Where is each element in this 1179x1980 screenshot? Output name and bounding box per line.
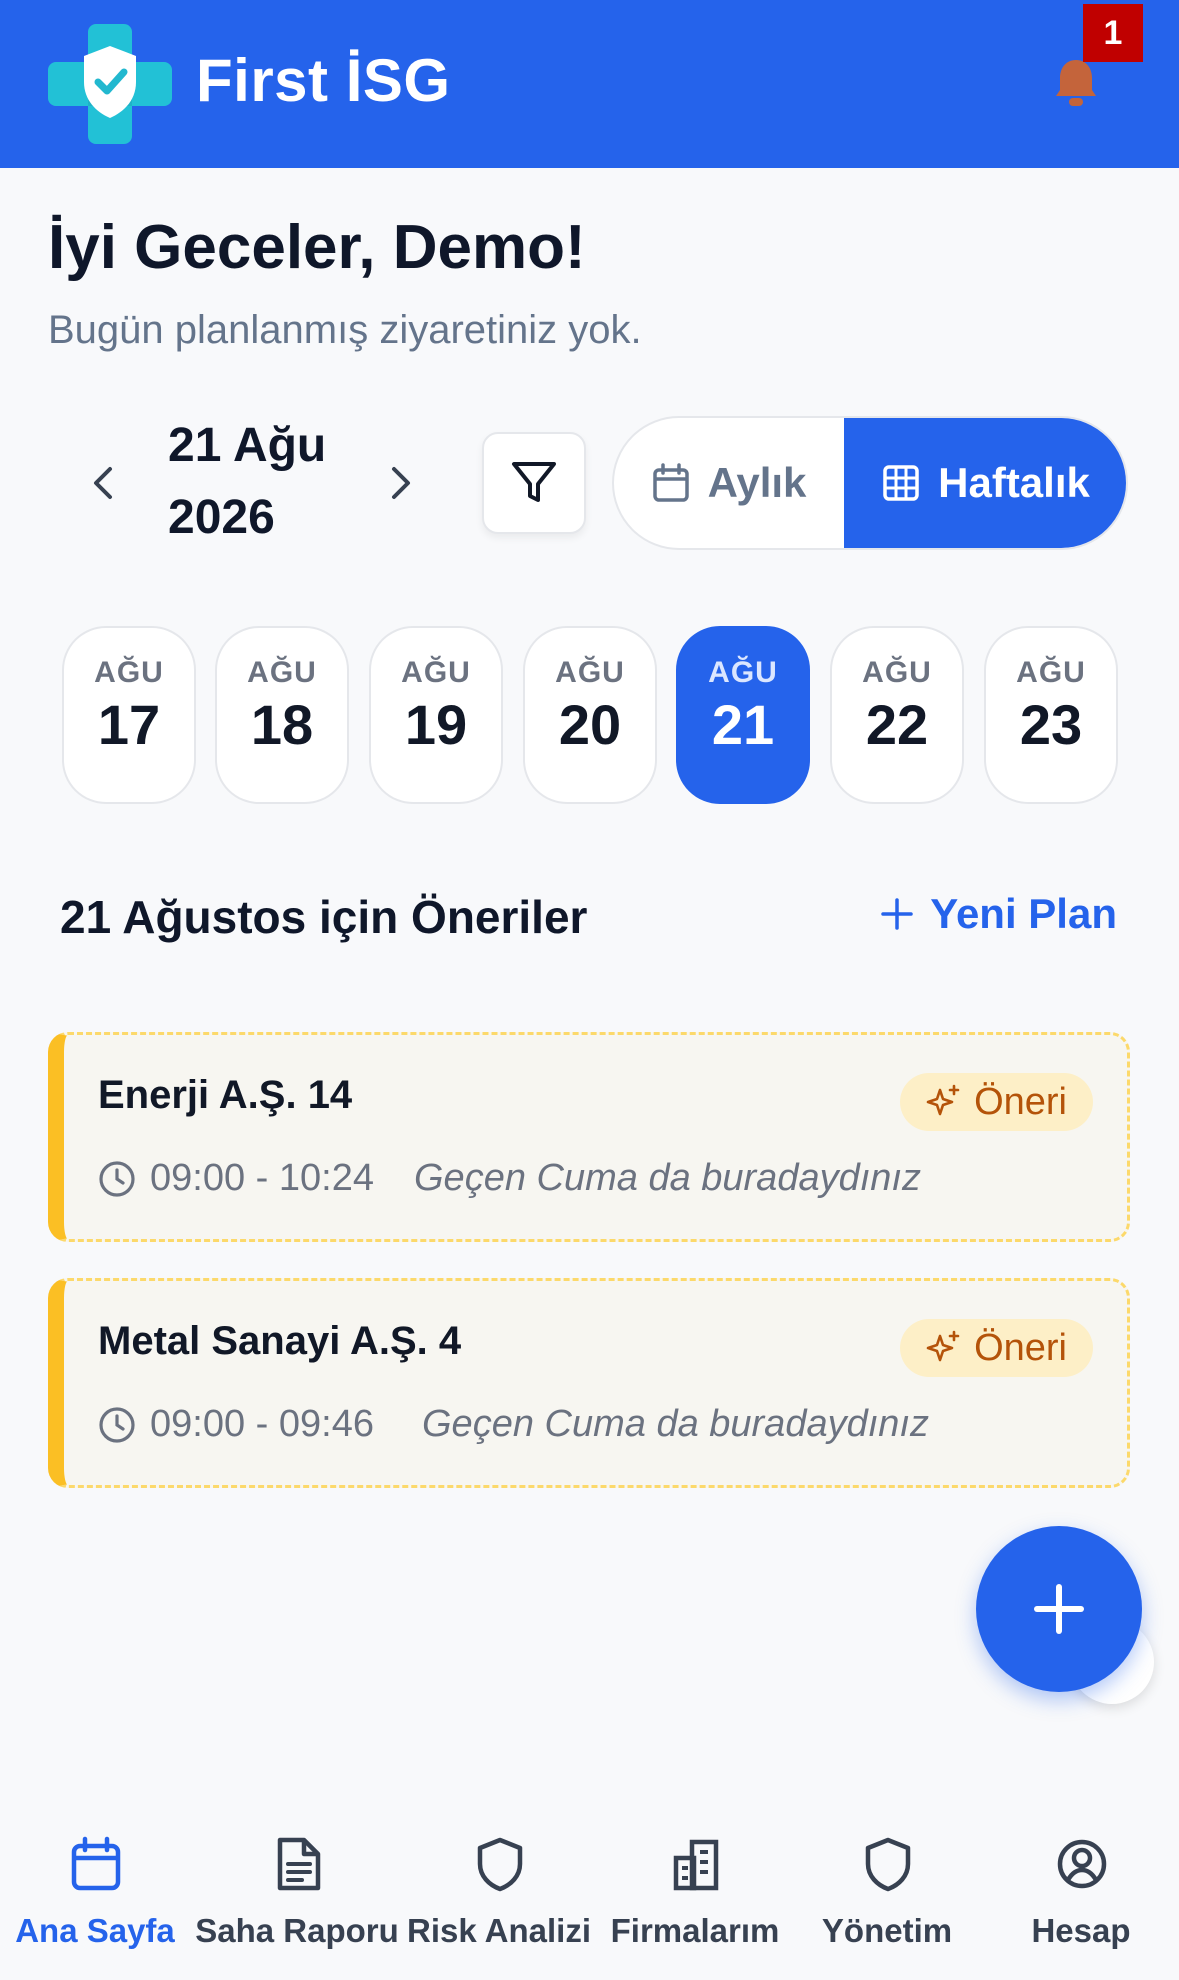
plus-icon [1034,1584,1084,1634]
weekly-view-label: Haftalık [938,459,1090,506]
bottom-navigation: Ana Sayfa Saha Raporu Risk Analizi Firma… [0,1812,1179,1980]
previous-date-button[interactable] [72,450,132,516]
day-month: AĞU [1016,656,1086,689]
day-month: AĞU [247,656,317,689]
day-month: AĞU [401,656,471,689]
current-date: 21 Ağu 2026 [168,419,327,544]
day-number: 20 [558,693,622,756]
day-pill-selected[interactable]: AĞU 21 [676,626,810,804]
new-plan-label: Yeni Plan [930,890,1117,937]
nav-label: Firmalarım [610,1912,780,1949]
day-month: AĞU [555,656,625,689]
nav-item-yonetim[interactable]: Yönetim [792,1812,982,1980]
grid-icon [883,465,919,501]
shield-icon [865,1837,911,1892]
day-pill[interactable]: AĞU 23 [984,626,1118,804]
day-pill[interactable]: AĞU 20 [523,626,657,804]
weekly-view-button[interactable]: Haftalık [844,418,1126,548]
bell-icon[interactable] [1054,58,1098,108]
day-month: AĞU [708,656,778,689]
suggestion-company: Enerji A.Ş. 14 [98,1073,353,1117]
suggestion-badge-label: Öneri [974,1326,1067,1369]
day-number: 22 [865,693,929,756]
suggestions-title: 21 Ağustos için Öneriler [60,891,588,943]
suggestion-badge: Öneri [900,1073,1093,1131]
user-circle-icon [1057,1839,1107,1889]
nav-item-risk-analizi[interactable]: Risk Analizi [404,1812,594,1980]
view-toggle: Aylık Haftalık [612,416,1128,550]
suggestion-company: Metal Sanayi A.Ş. 4 [98,1319,462,1363]
calendar-icon [71,1836,121,1891]
nav-item-firmalarim[interactable]: Firmalarım [600,1812,790,1980]
day-pill[interactable]: AĞU 18 [215,626,349,804]
chevron-right-icon [392,467,410,499]
monthly-view-button[interactable]: Aylık [614,418,844,548]
nav-label: Hesap [1031,1912,1131,1949]
nav-item-hesap[interactable]: Hesap [986,1812,1176,1980]
nav-label: Saha Raporu [195,1912,399,1949]
day-pill[interactable]: AĞU 19 [369,626,503,804]
add-fab-button[interactable] [976,1526,1142,1692]
calendar-icon [652,463,689,502]
sparkles-icon [926,1330,960,1362]
next-date-button[interactable] [372,450,432,516]
shield-icon [477,1837,523,1892]
day-pill[interactable]: AĞU 17 [62,626,196,804]
suggestion-card[interactable]: Metal Sanayi A.Ş. 4 Öneri 09:00 - 09:46 … [48,1278,1130,1488]
nav-item-saha-raporu[interactable]: Saha Raporu [195,1812,399,1980]
suggestion-badge: Öneri [900,1319,1093,1377]
suggestion-card[interactable]: Enerji A.Ş. 14 Öneri 09:00 - 10:24 Geçen… [48,1032,1130,1242]
suggestion-badge-label: Öneri [974,1080,1067,1123]
clock-icon [99,1406,135,1443]
nav-label: Ana Sayfa [15,1912,175,1949]
nav-item-ana-sayfa[interactable]: Ana Sayfa [0,1812,190,1980]
filter-icon [512,462,556,502]
day-number: 23 [1019,693,1083,756]
clock-icon [99,1160,135,1197]
suggestion-time: 09:00 - 09:46 [98,1403,374,1446]
day-number: 18 [250,693,314,756]
new-plan-button[interactable]: Yeni Plan [880,890,1117,938]
app-header: First İSG 1 [0,0,1179,168]
filter-button[interactable] [482,432,586,534]
day-month: AĞU [862,656,932,689]
sparkles-icon [926,1084,960,1116]
greeting-subtitle: Bugün planlanmış ziyaretiniz yok. [48,308,642,352]
suggestion-note: Geçen Cuma da buradaydınız [414,1157,921,1199]
nav-label: Risk Analizi [407,1912,591,1949]
suggestion-time: 09:00 - 10:24 [98,1157,374,1200]
chevron-left-icon [94,467,112,499]
day-pill[interactable]: AĞU 22 [830,626,964,804]
suggestion-time-label: 09:00 - 09:46 [150,1403,374,1445]
notification-badge: 1 [1083,4,1143,62]
nav-label: Yönetim [821,1912,953,1949]
building-icon [673,1839,719,1891]
plus-icon [881,898,913,930]
day-month: AĞU [94,656,164,689]
app-title: First İSG [196,47,451,114]
app-logo-icon [48,24,172,144]
suggestion-time-label: 09:00 - 10:24 [150,1157,374,1199]
greeting-title: İyi Geceler, Demo! [48,213,586,282]
suggestion-note: Geçen Cuma da buradaydınız [422,1403,929,1445]
day-number: 19 [404,693,468,756]
app-screen: First İSG 1 İyi Geceler, Demo! Bugün pla… [0,0,1179,1980]
document-icon [277,1837,321,1891]
day-number: 17 [97,693,161,756]
monthly-view-label: Aylık [707,459,807,506]
day-number: 21 [711,693,775,756]
